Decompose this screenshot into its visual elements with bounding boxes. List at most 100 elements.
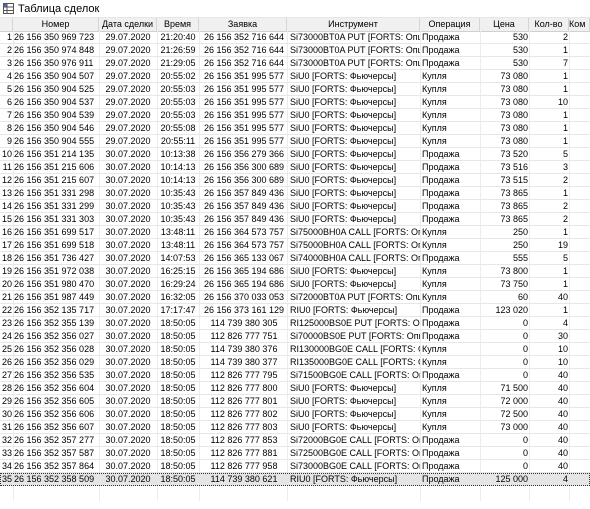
trade-time: 18:50:05	[160, 383, 196, 393]
table-row[interactable]: 20 26 156 351 980 470 30.07.2020 16:29:24 26…	[0, 278, 590, 291]
trade-date: 30.07.2020	[105, 201, 151, 211]
instrument-name: SiU0 [FORTS: Фьючерсы]	[290, 123, 397, 133]
table-row[interactable]: 31 26 156 352 356 607 30.07.2020 18:50:05 11…	[0, 421, 590, 434]
column-header-operation[interactable]: Операция	[420, 18, 480, 31]
table-row[interactable]: 7 26 156 350 904 539 29.07.2020 20:55:03 26 …	[0, 109, 590, 122]
table-row[interactable]: 10 26 156 351 214 135 30.07.2020 10:13:38 26…	[0, 148, 590, 161]
trade-number: 26 156 350 904 546	[14, 123, 95, 133]
table-row[interactable]: 12 26 156 351 215 607 30.07.2020 10:14:13 26…	[0, 174, 590, 187]
table-row[interactable]: 28 26 156 352 356 604 30.07.2020 18:50:05 11…	[0, 382, 590, 395]
column-header-time[interactable]: Время	[157, 18, 199, 31]
table-row[interactable]: 32 26 156 352 357 277 30.07.2020 18:50:05 11…	[0, 434, 590, 447]
table-row[interactable]: 2 26 156 350 974 848 29.07.2020 21:26:59 26 …	[0, 44, 590, 57]
trade-number: 26 156 352 356 535	[14, 370, 95, 380]
table-row[interactable]: 18 26 156 351 736 427 30.07.2020 14:07:53 26…	[0, 252, 590, 265]
table-row[interactable]: 13 26 156 351 331 298 30.07.2020 10:35:43 26…	[0, 187, 590, 200]
row-index: 2	[6, 45, 12, 55]
operation-type: Продажа	[422, 253, 460, 263]
trade-number: 26 156 351 699 518	[14, 240, 95, 250]
order-number: 26 156 351 995 577	[203, 123, 285, 133]
operation-type: Продажа	[422, 201, 460, 211]
operation-type: Продажа	[422, 331, 460, 341]
column-header-instrument[interactable]: Инструмент	[287, 18, 420, 31]
row-index: 1	[6, 32, 12, 42]
trade-time: 10:14:13	[160, 162, 196, 172]
instrument-name: Si72000BT0A PUT [FORTS: Опци	[290, 292, 420, 302]
trade-date: 30.07.2020	[105, 240, 151, 250]
table-row[interactable]: 8 26 156 350 904 546 29.07.2020 20:55:08 26 …	[0, 122, 590, 135]
table-row[interactable]: 11 26 156 351 215 606 30.07.2020 10:14:13 26…	[0, 161, 590, 174]
trade-price: 73 000	[500, 422, 528, 432]
row-index: 29	[1, 396, 12, 406]
trade-time: 18:50:05	[160, 396, 196, 406]
trade-time: 18:50:05	[160, 435, 196, 445]
instrument-name: RIU0 [FORTS: Фьючерсы]	[290, 474, 398, 484]
order-number: 26 156 356 279 366	[203, 149, 285, 159]
order-number: 112 826 777 800	[210, 383, 278, 393]
table-row[interactable]: 24 26 156 352 356 027 30.07.2020 18:50:05 11…	[0, 330, 590, 343]
table-row[interactable]: 1 26 156 350 969 723 29.07.2020 21:20:40 26 …	[0, 31, 590, 44]
table-row[interactable]: 30 26 156 352 356 606 30.07.2020 18:50:05 11…	[0, 408, 590, 421]
table-row[interactable]: 29 26 156 352 356 605 30.07.2020 18:50:05 11…	[0, 395, 590, 408]
instrument-name: Si75000BH0A CALL [FORTS: Опц	[290, 240, 420, 250]
column-header-commission[interactable]: Ком	[569, 18, 590, 31]
order-number: 114 739 380 376	[210, 344, 278, 354]
trade-time: 16:25:15	[160, 266, 196, 276]
trade-time: 18:50:05	[160, 474, 196, 484]
order-number: 26 156 356 300 689	[203, 175, 285, 185]
column-header-quantity[interactable]: Кол-во	[529, 18, 569, 31]
trade-quantity: 1	[562, 227, 568, 237]
trade-quantity: 40	[557, 422, 568, 432]
table-row[interactable]: 9 26 156 350 904 555 29.07.2020 20:55:11 26 …	[0, 135, 590, 148]
trade-time: 18:50:05	[160, 461, 196, 471]
order-number: 26 156 356 300 689	[203, 162, 285, 172]
table-row[interactable]: 25 26 156 352 356 028 30.07.2020 18:50:05 11…	[0, 343, 590, 356]
table-row[interactable]: 33 26 156 352 357 587 30.07.2020 18:50:05 11…	[0, 447, 590, 460]
table-row[interactable]: 5 26 156 350 904 525 29.07.2020 20:55:03 26 …	[0, 83, 590, 96]
column-header-index[interactable]	[0, 18, 13, 31]
table-row[interactable]: 34 26 156 352 357 864 30.07.2020 18:50:05 11…	[0, 460, 590, 473]
trade-number: 26 156 350 904 539	[14, 110, 95, 120]
trade-quantity: 1	[562, 279, 568, 289]
operation-type: Купля	[422, 227, 447, 237]
table-row[interactable]: 6 26 156 350 904 537 29.07.2020 20:55:03 26 …	[0, 96, 590, 109]
trade-date: 30.07.2020	[105, 448, 151, 458]
trade-price: 73 080	[500, 84, 528, 94]
trade-time: 18:50:05	[160, 344, 196, 354]
column-header-number[interactable]: Номер	[13, 18, 99, 31]
trade-number: 26 156 350 974 848	[14, 45, 95, 55]
trade-quantity: 1	[562, 123, 568, 133]
table-row[interactable]: 16 26 156 351 699 517 30.07.2020 13:48:11 26…	[0, 226, 590, 239]
instrument-name: SiU0 [FORTS: Фьючерсы]	[290, 266, 397, 276]
instrument-name: SiU0 [FORTS: Фьючерсы]	[290, 214, 397, 224]
table-row[interactable]: 3 26 156 350 976 911 29.07.2020 21:29:05 26 …	[0, 57, 590, 70]
operation-type: Купля	[422, 136, 447, 146]
table-row[interactable]: 19 26 156 351 972 038 30.07.2020 16:25:15 26…	[0, 265, 590, 278]
column-header-date[interactable]: Дата сделки	[99, 18, 157, 31]
column-header-order[interactable]: Заявка	[199, 18, 287, 31]
table-row[interactable]: 15 26 156 351 331 303 30.07.2020 10:35:43 26…	[0, 213, 590, 226]
table-row[interactable]: 4 26 156 350 904 507 29.07.2020 20:55:02 26 …	[0, 70, 590, 83]
instrument-name: Si73000BG0E CALL [FORTS: Опц	[290, 461, 420, 471]
trade-quantity: 1	[562, 136, 568, 146]
table-row[interactable]: 23 26 156 352 355 139 30.07.2020 18:50:05 11…	[0, 317, 590, 330]
table-row[interactable]: 26 26 156 352 356 029 30.07.2020 18:50:05 11…	[0, 356, 590, 369]
table-row[interactable]: 21 26 156 351 987 449 30.07.2020 16:32:05 26…	[0, 291, 590, 304]
row-index: 32	[1, 435, 12, 445]
operation-type: Купля	[422, 344, 447, 354]
table-row[interactable]: 35 26 156 352 358 509 30.07.2020 18:50:05 11…	[0, 473, 590, 486]
column-header-price[interactable]: Цена	[480, 18, 529, 31]
row-index: 24	[1, 331, 12, 341]
trade-number: 26 156 352 357 587	[14, 448, 95, 458]
instrument-name: SiU0 [FORTS: Фьючерсы]	[290, 110, 397, 120]
order-number: 26 156 370 033 053	[203, 292, 285, 302]
order-number: 26 156 364 573 757	[203, 240, 285, 250]
trade-time: 20:55:03	[160, 97, 196, 107]
table-row[interactable]: 22 26 156 352 135 717 30.07.2020 17:17:47 26…	[0, 304, 590, 317]
trade-quantity: 2	[562, 214, 568, 224]
trade-quantity: 40	[557, 383, 568, 393]
table-row[interactable]: 14 26 156 351 331 299 30.07.2020 10:35:43 26…	[0, 200, 590, 213]
instrument-name: Si70000BS0E PUT [FORTS: Опци	[290, 331, 420, 341]
table-row[interactable]: 27 26 156 352 356 535 30.07.2020 18:50:05 11…	[0, 369, 590, 382]
table-row[interactable]: 17 26 156 351 699 518 30.07.2020 13:48:11 26…	[0, 239, 590, 252]
